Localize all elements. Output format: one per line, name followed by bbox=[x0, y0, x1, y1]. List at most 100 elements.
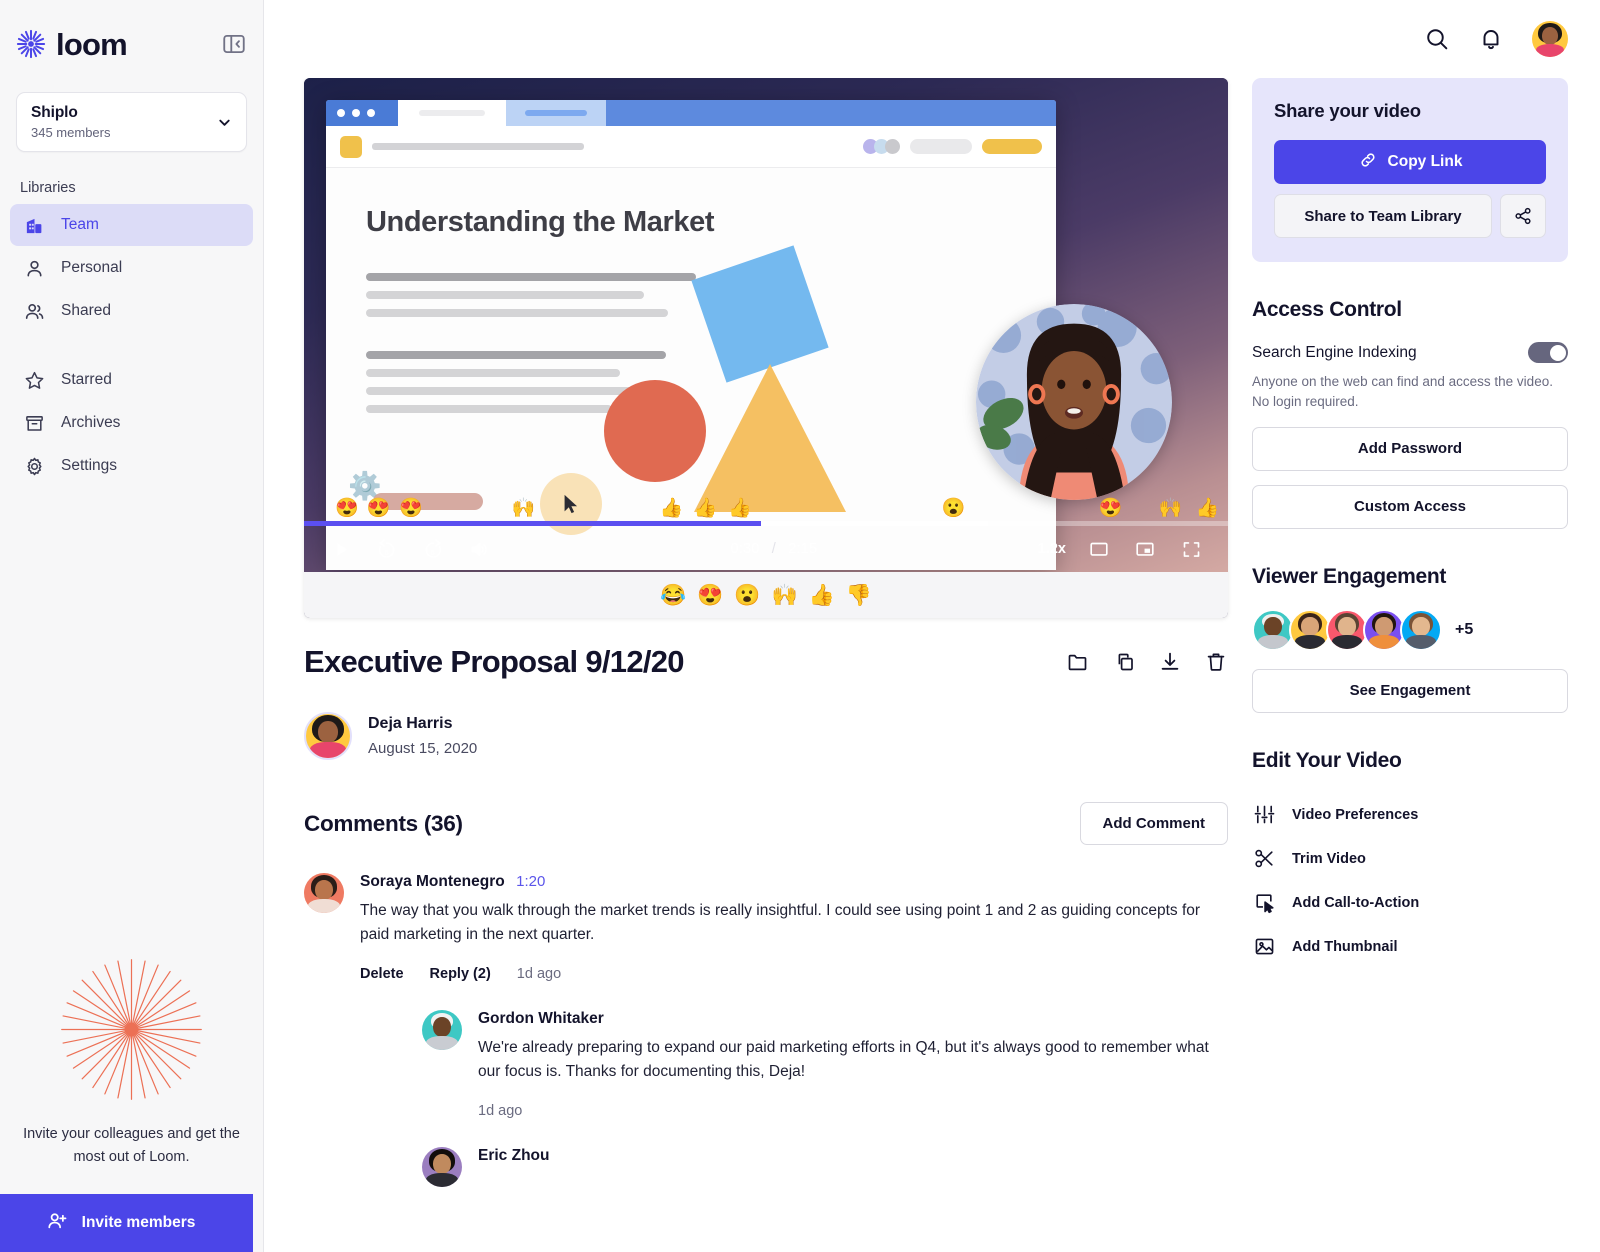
sidebar-item-label: Team bbox=[61, 216, 99, 233]
reaction-thumbs-up[interactable]: 👍 bbox=[809, 585, 835, 606]
add-cta-item[interactable]: Add Call-to-Action bbox=[1252, 881, 1568, 925]
search-icon[interactable] bbox=[1424, 26, 1450, 52]
reaction-thumbs-down[interactable]: 👎 bbox=[846, 585, 872, 606]
collapse-sidebar-icon[interactable] bbox=[221, 31, 247, 57]
time-separator: / bbox=[771, 541, 776, 557]
access-control-section: Access Control Search Engine Indexing An… bbox=[1252, 298, 1568, 529]
invite-members-button[interactable]: Invite members bbox=[0, 1194, 253, 1252]
red-circle-shape bbox=[604, 380, 706, 482]
timeline-reaction[interactable]: 😍 bbox=[1099, 499, 1123, 518]
people-icon bbox=[24, 301, 45, 322]
download-icon[interactable] bbox=[1158, 650, 1182, 674]
app-root: loom Shiplo 345 members Libraries Team P… bbox=[0, 0, 1600, 1252]
viewer-engagement-section: Viewer Engagement +5 See Engagement bbox=[1252, 565, 1568, 713]
workspace-members: 345 members bbox=[31, 125, 111, 140]
video-actions bbox=[1066, 650, 1228, 674]
timeline-reaction[interactable]: 👍 bbox=[660, 499, 684, 518]
picture-in-picture-icon[interactable] bbox=[1130, 534, 1160, 564]
search-indexing-help: Anyone on the web can find and access th… bbox=[1252, 374, 1553, 410]
sidebar-item-label: Settings bbox=[61, 457, 118, 474]
search-indexing-row: Search Engine Indexing bbox=[1252, 342, 1568, 363]
timeline-reaction[interactable]: 😮 bbox=[942, 499, 966, 518]
delete-comment-button[interactable]: Delete bbox=[360, 966, 404, 982]
svg-text:5: 5 bbox=[430, 548, 434, 557]
user-avatar[interactable] bbox=[1532, 21, 1568, 57]
timeline-reaction[interactable]: 🙌 bbox=[512, 499, 536, 518]
sidebar-top: loom Shiplo 345 members Libraries bbox=[0, 0, 263, 204]
avatar[interactable] bbox=[1289, 608, 1331, 651]
timeline-reaction[interactable]: 😍 bbox=[335, 499, 359, 518]
timeline-reaction[interactable]: 😍 bbox=[399, 499, 423, 518]
reaction-love[interactable]: 😍 bbox=[697, 585, 723, 606]
sidebar-item-archives[interactable]: Archives bbox=[10, 402, 253, 444]
invite-copy: Invite your colleagues and get the most … bbox=[23, 1126, 240, 1165]
move-to-folder-icon[interactable] bbox=[1066, 650, 1090, 674]
invite-members-label: Invite members bbox=[81, 1214, 196, 1231]
custom-access-button[interactable]: Custom Access bbox=[1252, 484, 1568, 529]
sidebar-item-starred[interactable]: Starred bbox=[10, 359, 253, 401]
duplicate-icon[interactable] bbox=[1112, 650, 1136, 674]
reply-comment-button[interactable]: Reply (2) bbox=[430, 966, 491, 982]
share-nodes-icon[interactable] bbox=[1500, 194, 1546, 238]
sidebar-item-shared[interactable]: Shared bbox=[10, 290, 253, 332]
copy-link-button[interactable]: Copy Link bbox=[1274, 140, 1546, 184]
avatar bbox=[304, 873, 344, 913]
workspace-name: Shiplo bbox=[31, 104, 78, 121]
video-player[interactable]: Understanding the Market ⚙️ 😍 😍 😍 🙌 👍 👍 … bbox=[304, 78, 1228, 618]
chevron-down-icon bbox=[217, 115, 232, 130]
timeline-reaction[interactable]: 👍 bbox=[694, 499, 718, 518]
add-password-button[interactable]: Add Password bbox=[1252, 426, 1568, 471]
workspace-switcher[interactable]: Shiplo 345 members bbox=[16, 92, 247, 152]
add-thumbnail-item[interactable]: Add Thumbnail bbox=[1252, 925, 1568, 969]
sidebar-item-settings[interactable]: Settings bbox=[10, 445, 253, 487]
edit-item-label: Add Thumbnail bbox=[1292, 938, 1398, 955]
browser-tab-active bbox=[506, 100, 606, 126]
reaction-bar: 😂 😍 😮 🙌 👍 👎 bbox=[304, 572, 1228, 618]
avatar bbox=[304, 712, 352, 760]
comment-age: 1d ago bbox=[478, 1102, 523, 1119]
theater-mode-icon[interactable] bbox=[1084, 534, 1114, 564]
reaction-laugh[interactable]: 😂 bbox=[660, 585, 686, 606]
timeline-reaction[interactable]: 🙌 bbox=[1159, 499, 1183, 518]
nav-divider bbox=[10, 333, 253, 359]
avatar[interactable] bbox=[1252, 608, 1294, 651]
traffic-lights bbox=[326, 100, 398, 126]
workspace-info: Shiplo 345 members bbox=[31, 104, 110, 140]
video-column: Understanding the Market ⚙️ 😍 😍 😍 🙌 👍 👍 … bbox=[304, 78, 1228, 1252]
sidebar-item-personal[interactable]: Personal bbox=[10, 247, 253, 289]
see-engagement-button[interactable]: See Engagement bbox=[1252, 668, 1568, 713]
bell-icon[interactable] bbox=[1478, 26, 1504, 52]
rewind-5-icon[interactable]: 5 bbox=[372, 534, 402, 564]
comment-timestamp[interactable]: 1:20 bbox=[516, 873, 545, 890]
sidebar-item-team[interactable]: Team bbox=[10, 204, 253, 246]
share-to-team-library-button[interactable]: Share to Team Library bbox=[1274, 194, 1492, 238]
toolbar-row bbox=[326, 126, 1056, 168]
browser-chrome bbox=[326, 100, 1056, 126]
person-icon bbox=[24, 258, 45, 279]
search-indexing-toggle[interactable] bbox=[1528, 342, 1568, 363]
video-preferences-item[interactable]: Video Preferences bbox=[1252, 793, 1568, 837]
page-title: Executive Proposal 9/12/20 bbox=[304, 644, 685, 679]
trim-video-item[interactable]: Trim Video bbox=[1252, 837, 1568, 881]
search-indexing-label: Search Engine Indexing bbox=[1252, 343, 1417, 361]
play-icon[interactable] bbox=[326, 534, 356, 564]
add-comment-button[interactable]: Add Comment bbox=[1079, 802, 1228, 845]
fullscreen-icon[interactable] bbox=[1176, 534, 1206, 564]
avatar[interactable] bbox=[1363, 608, 1405, 651]
brand-logo: loom bbox=[16, 29, 128, 60]
comment-author: Gordon Whitaker bbox=[478, 1009, 604, 1027]
avatar[interactable] bbox=[1400, 608, 1442, 651]
avatar bbox=[422, 1146, 462, 1187]
forward-5-icon[interactable]: 5 bbox=[418, 534, 448, 564]
timeline-reaction[interactable]: 😍 bbox=[367, 499, 391, 518]
reaction-wow[interactable]: 😮 bbox=[734, 585, 760, 606]
playback-speed-button[interactable]: 1.2x bbox=[1038, 541, 1066, 557]
archive-icon bbox=[24, 413, 45, 434]
timeline-reaction[interactable]: 👍 bbox=[1196, 499, 1220, 518]
avatar[interactable] bbox=[1326, 608, 1368, 651]
author-name: Deja Harris bbox=[368, 715, 453, 732]
volume-icon[interactable] bbox=[464, 534, 494, 564]
delete-icon[interactable] bbox=[1204, 650, 1228, 674]
reaction-raise-hands[interactable]: 🙌 bbox=[772, 585, 798, 606]
timeline-reaction[interactable]: 👍 bbox=[728, 499, 752, 518]
